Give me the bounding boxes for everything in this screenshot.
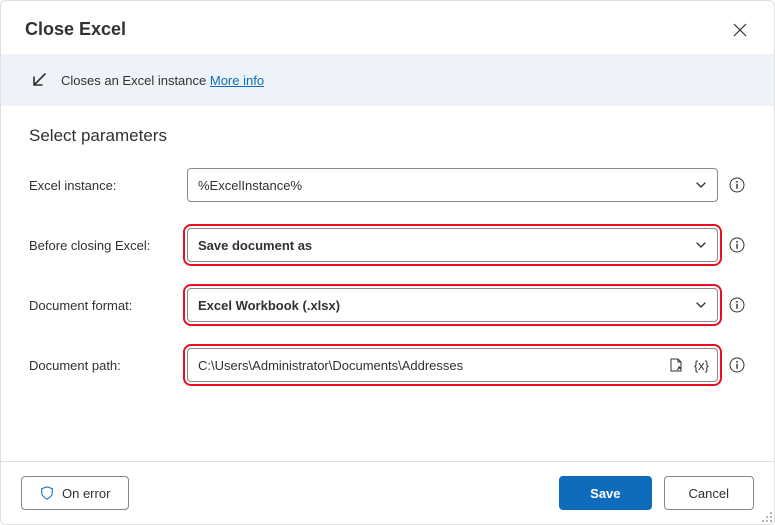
- info-circle-icon: [729, 177, 745, 193]
- info-circle-icon: [729, 297, 745, 313]
- on-error-label: On error: [62, 486, 110, 501]
- info-icon-document-format[interactable]: [728, 296, 746, 314]
- excel-instance-value: %ExcelInstance%: [198, 178, 302, 193]
- chevron-down-icon: [695, 179, 707, 191]
- document-path-value: C:\Users\Administrator\Documents\Address…: [198, 358, 463, 373]
- cancel-button[interactable]: Cancel: [664, 476, 754, 510]
- info-icon-excel-instance[interactable]: [728, 176, 746, 194]
- banner-text: Closes an Excel instance More info: [61, 73, 264, 88]
- row-before-closing: Before closing Excel: Save document as: [29, 228, 746, 262]
- before-closing-select[interactable]: Save document as: [187, 228, 718, 262]
- field-wrap-excel-instance: %ExcelInstance%: [187, 168, 718, 202]
- field-wrap-document-path: C:\Users\Administrator\Documents\Address…: [187, 348, 718, 382]
- field-wrap-document-format: Excel Workbook (.xlsx): [187, 288, 718, 322]
- on-error-button[interactable]: On error: [21, 476, 129, 510]
- close-excel-dialog: Close Excel Closes an Excel instance Mor…: [0, 0, 775, 525]
- field-wrap-before-closing: Save document as: [187, 228, 718, 262]
- path-icons: {x}: [668, 357, 709, 373]
- close-button[interactable]: [730, 20, 750, 40]
- variable-picker-icon[interactable]: {x}: [694, 358, 709, 373]
- row-document-format: Document format: Excel Workbook (.xlsx): [29, 288, 746, 322]
- more-info-link[interactable]: More info: [210, 73, 264, 88]
- section-title: Select parameters: [29, 126, 746, 146]
- document-format-value: Excel Workbook (.xlsx): [198, 298, 340, 313]
- chevron-down-icon: [695, 299, 707, 311]
- info-icon-before-closing[interactable]: [728, 236, 746, 254]
- chevron-down-icon: [695, 239, 707, 251]
- dialog-footer: On error Save Cancel: [1, 461, 774, 524]
- row-excel-instance: Excel instance: %ExcelInstance%: [29, 168, 746, 202]
- footer-right: Save Cancel: [559, 476, 754, 510]
- label-document-format: Document format:: [29, 298, 177, 313]
- before-closing-value: Save document as: [198, 238, 312, 253]
- info-circle-icon: [729, 357, 745, 373]
- info-banner: Closes an Excel instance More info: [1, 54, 774, 106]
- resize-grip-icon[interactable]: [761, 511, 773, 523]
- banner-description: Closes an Excel instance: [61, 73, 206, 88]
- label-excel-instance: Excel instance:: [29, 178, 177, 193]
- row-document-path: Document path: C:\Users\Administrator\Do…: [29, 348, 746, 382]
- info-icon-document-path[interactable]: [728, 356, 746, 374]
- document-format-select[interactable]: Excel Workbook (.xlsx): [187, 288, 718, 322]
- document-path-input[interactable]: C:\Users\Administrator\Documents\Address…: [187, 348, 718, 382]
- label-document-path: Document path:: [29, 358, 177, 373]
- shield-icon: [40, 486, 54, 500]
- close-icon: [733, 23, 747, 37]
- dialog-content: Select parameters Excel instance: %Excel…: [1, 106, 774, 461]
- dialog-title: Close Excel: [25, 19, 126, 40]
- dialog-header: Close Excel: [1, 1, 774, 54]
- label-before-closing: Before closing Excel:: [29, 238, 177, 253]
- excel-instance-select[interactable]: %ExcelInstance%: [187, 168, 718, 202]
- arrow-down-left-icon: [29, 70, 49, 90]
- cancel-label: Cancel: [689, 486, 729, 501]
- save-label: Save: [590, 486, 620, 501]
- info-circle-icon: [729, 237, 745, 253]
- file-picker-icon[interactable]: [668, 357, 684, 373]
- save-button[interactable]: Save: [559, 476, 651, 510]
